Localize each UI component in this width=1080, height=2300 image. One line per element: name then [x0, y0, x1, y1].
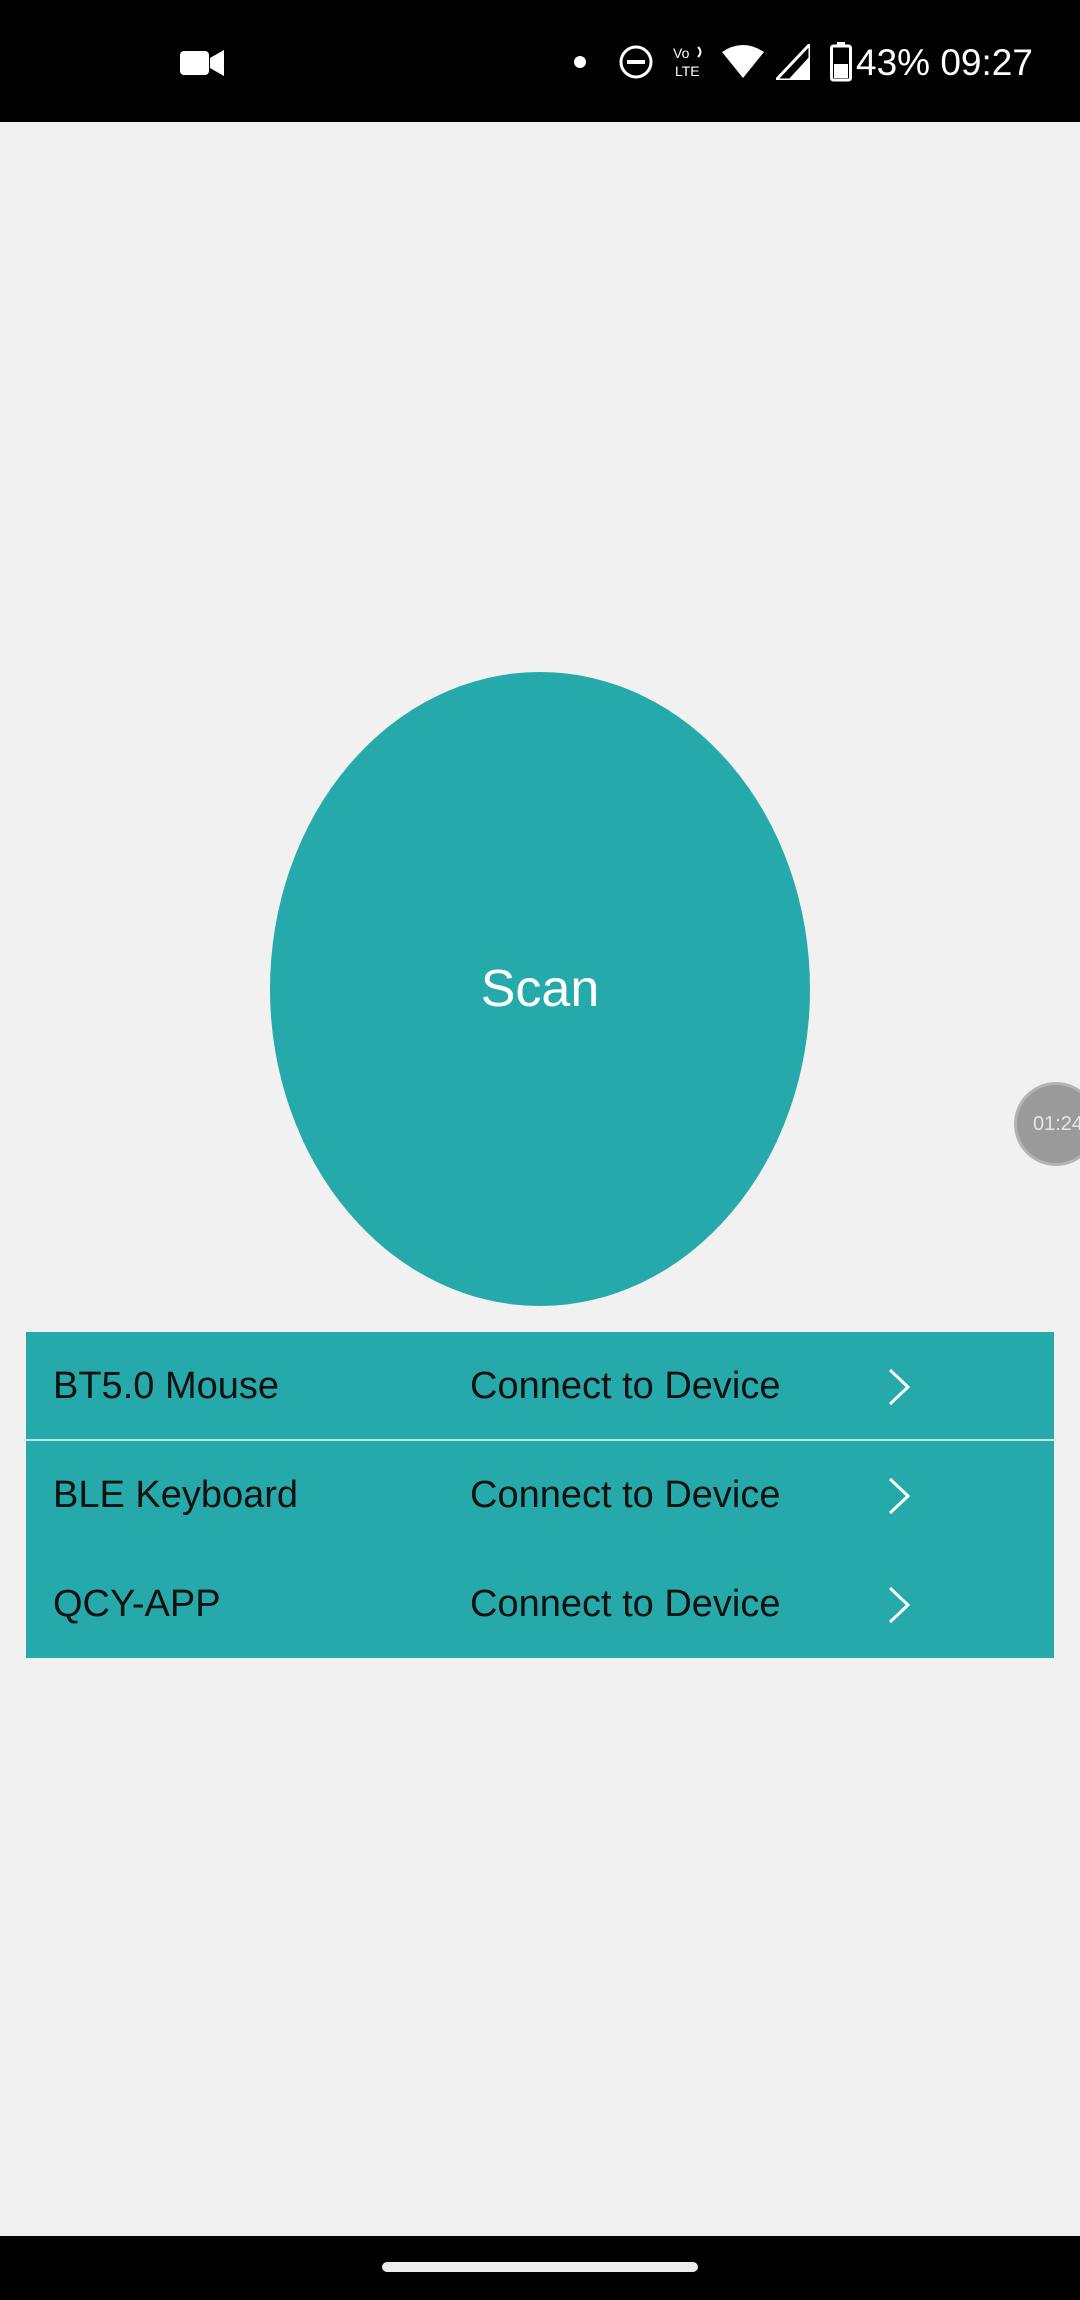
device-row-ble-keyboard[interactable]: BLE Keyboard Connect to Device — [26, 1441, 1054, 1550]
video-camera-icon — [180, 50, 224, 76]
battery-and-clock: 43% 09:27 — [856, 42, 1033, 83]
connect-to-device-link[interactable]: Connect to Device — [470, 1550, 781, 1659]
connect-to-device-link[interactable]: Connect to Device — [470, 1441, 781, 1550]
home-gesture-handle[interactable] — [382, 2262, 698, 2272]
device-row-bt5-mouse[interactable]: BT5.0 Mouse Connect to Device — [26, 1332, 1054, 1441]
cellular-signal-icon — [776, 44, 810, 80]
notification-dot-icon — [574, 56, 586, 68]
svg-text:Vo: Vo — [673, 45, 690, 61]
device-name: BLE Keyboard — [53, 1474, 299, 1516]
connect-to-device-link[interactable]: Connect to Device — [470, 1332, 781, 1441]
device-name: BT5.0 Mouse — [53, 1365, 279, 1407]
volte-icon: Vo LTE — [673, 45, 702, 79]
device-list: BT5.0 Mouse Connect to Device BLE Keyboa… — [26, 1332, 1054, 1658]
scan-button[interactable]: Scan — [270, 672, 810, 1306]
device-row-qcy-app[interactable]: QCY-APP Connect to Device — [26, 1550, 1054, 1659]
navigation-bar — [0, 2236, 1080, 2300]
chevron-right-icon[interactable] — [882, 1475, 918, 1517]
chevron-right-icon[interactable] — [882, 1366, 918, 1408]
scan-button-label: Scan — [480, 960, 600, 1018]
wifi-icon — [722, 45, 764, 78]
device-name: QCY-APP — [53, 1583, 221, 1625]
svg-text:LTE: LTE — [675, 63, 700, 79]
status-bar: Vo LTE 43% 09:27 — [0, 0, 1080, 122]
chevron-right-icon[interactable] — [882, 1584, 918, 1626]
battery-icon — [830, 42, 852, 82]
do-not-disturb-icon — [619, 45, 653, 79]
floating-recording-timer[interactable]: 01:24 — [1014, 1082, 1080, 1166]
